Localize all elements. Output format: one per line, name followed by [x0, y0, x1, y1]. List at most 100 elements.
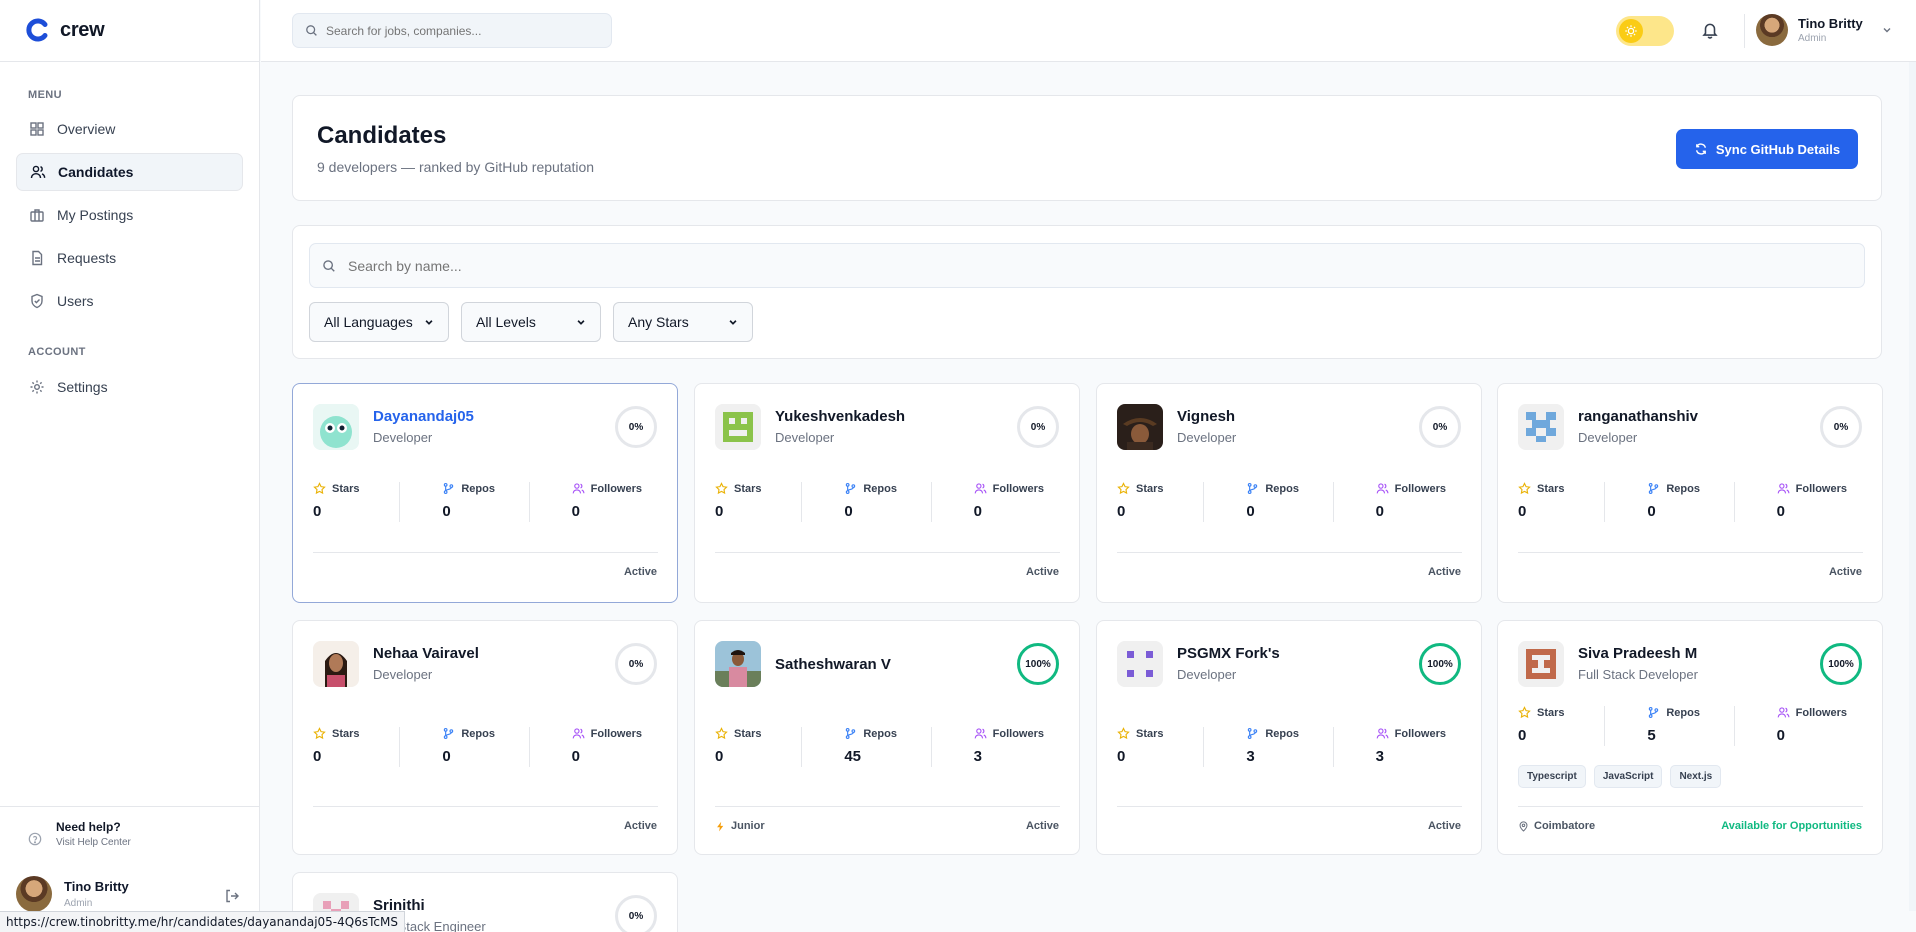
avatar [1756, 14, 1788, 46]
user-menu[interactable]: Tino Britty Admin [1756, 14, 1893, 46]
status-badge: Active [1025, 566, 1059, 578]
divider [0, 61, 260, 62]
theme-toggle[interactable] [1616, 16, 1674, 46]
name-search-input[interactable] [348, 257, 1748, 274]
status-badge: Active [1025, 820, 1059, 832]
sidebar-user-name: Tino Britty [64, 879, 129, 894]
avatar [1117, 641, 1163, 687]
candidate-name[interactable]: ranganathanshiv [1578, 408, 1698, 425]
sidebar-user-role: Admin [64, 898, 93, 909]
stars-select[interactable]: Any Stars [613, 302, 753, 342]
language-select[interactable]: All Languages [309, 302, 449, 342]
users-icon [974, 483, 987, 494]
divider [715, 806, 1060, 807]
sidebar-item-overview[interactable]: Overview [16, 110, 243, 148]
stat-followers: Followers 0 [528, 482, 658, 522]
global-search[interactable] [292, 13, 612, 48]
candidate-name[interactable]: Yukeshvenkadesh [775, 408, 905, 425]
sidebar-item-settings[interactable]: Settings [16, 368, 243, 406]
score-ring: 100% [1017, 643, 1059, 685]
help-center-link[interactable]: Need help? Visit Help Center [28, 820, 131, 848]
bell-icon[interactable] [1701, 21, 1719, 39]
name-search[interactable] [309, 243, 1865, 288]
candidate-card[interactable]: Dayanandaj05 Developer 0% Stars 0 Repos … [292, 383, 678, 603]
stat-repos: Repos 0 [399, 727, 528, 767]
help-circle-icon [28, 832, 42, 846]
sidebar-item-requests[interactable]: Requests [16, 239, 243, 277]
candidate-card[interactable]: Siva Pradeesh M Full Stack Developer 100… [1497, 620, 1883, 855]
candidate-card[interactable]: Nehaa Vairavel Developer 0% Stars 0 Repo… [292, 620, 678, 855]
language-select-value: All Languages [324, 314, 413, 330]
help-subtitle: Visit Help Center [56, 837, 131, 848]
candidate-card[interactable]: Satheshwaran V 100% Stars 0 Repos 45 Fol… [694, 620, 1080, 855]
divider [1518, 552, 1863, 553]
divider [1744, 14, 1745, 48]
divider [1117, 806, 1462, 807]
stat-label: Followers [1394, 482, 1446, 495]
candidate-name[interactable]: Siva Pradeesh M [1578, 645, 1697, 662]
star-icon [715, 482, 728, 495]
users-icon [1777, 707, 1790, 718]
candidate-stats: Stars 0 Repos 0 Followers 0 [715, 482, 1060, 522]
candidate-card[interactable]: Yukeshvenkadesh Developer 0% Stars 0 Rep… [694, 383, 1080, 603]
candidate-name[interactable]: Dayanandaj05 [373, 408, 474, 425]
sidebar-item-candidates[interactable]: Candidates [16, 153, 243, 191]
stat-value: 0 [1246, 503, 1255, 520]
stat-stars: Stars 0 [715, 727, 801, 767]
users-icon [572, 728, 585, 739]
candidate-role: Developer [1177, 430, 1237, 445]
status-badge: Active [1427, 566, 1461, 578]
candidate-stats: Stars 0 Repos 0 Followers 0 [1117, 482, 1462, 522]
link-status-bar: https://crew.tinobritty.me/hr/candidates… [0, 911, 405, 932]
page-subtitle: 9 developers — ranked by GitHub reputati… [317, 159, 595, 175]
candidate-name[interactable]: Nehaa Vairavel [373, 645, 479, 662]
scrollbar[interactable] [1909, 62, 1916, 911]
sidebar: crew MENU Overview Candidates My Posting… [0, 0, 260, 932]
stat-label: Repos [1265, 727, 1299, 740]
stat-value: 0 [442, 748, 451, 765]
stat-label: Stars [734, 727, 762, 740]
avatar [313, 641, 359, 687]
refresh-icon [1695, 143, 1706, 155]
logo[interactable]: crew [26, 18, 105, 42]
skill-tag: Typescript [1518, 765, 1586, 788]
candidate-role: Developer [1177, 667, 1237, 682]
git-branch-icon [1248, 482, 1258, 495]
stat-label: Followers [590, 482, 642, 495]
candidate-card[interactable]: ranganathanshiv Developer 0% Stars 0 Rep… [1497, 383, 1883, 603]
stat-stars: Stars 0 [1117, 727, 1203, 767]
sidebar-item-my-postings[interactable]: My Postings [16, 196, 243, 234]
candidate-card[interactable]: Vignesh Developer 0% Stars 0 Repos 0 Fol… [1096, 383, 1482, 603]
stat-repos: Repos 0 [1203, 482, 1332, 522]
global-search-input[interactable] [326, 23, 596, 38]
sync-github-button[interactable]: Sync GitHub Details [1676, 129, 1858, 169]
avatar[interactable] [16, 876, 52, 912]
candidate-name[interactable]: Vignesh [1177, 408, 1235, 425]
stat-value: 0 [1647, 503, 1656, 520]
map-pin-icon [1519, 820, 1528, 832]
stat-value: 0 [1776, 727, 1785, 744]
candidate-name[interactable]: PSGMX Fork's [1177, 645, 1280, 662]
account-label: ACCOUNT [28, 346, 86, 358]
briefcase-icon [30, 209, 44, 222]
stat-label: Repos [1666, 482, 1700, 495]
star-icon [715, 727, 728, 740]
level-select-value: All Levels [476, 314, 536, 330]
stat-followers: Followers 0 [528, 727, 658, 767]
candidate-name[interactable]: Satheshwaran V [775, 656, 891, 673]
stat-value: 0 [442, 503, 451, 520]
stat-label: Followers [1394, 727, 1446, 740]
level-select[interactable]: All Levels [461, 302, 601, 342]
candidate-stats: Stars 0 Repos 3 Followers 3 [1117, 727, 1462, 767]
candidate-stats: Stars 0 Repos 0 Followers 0 [313, 727, 658, 767]
sidebar-user: Tino Britty Admin [16, 876, 244, 912]
candidate-role: Full Stack Developer [1578, 667, 1698, 682]
search-icon [323, 259, 335, 272]
candidate-card[interactable]: PSGMX Fork's Developer 100% Stars 0 Repo… [1096, 620, 1482, 855]
divider [313, 552, 658, 553]
stars-select-value: Any Stars [628, 314, 689, 330]
level-label: Junior [731, 820, 765, 832]
logout-icon[interactable] [224, 888, 240, 904]
stat-label: Stars [332, 482, 360, 495]
sidebar-item-users[interactable]: Users [16, 282, 243, 320]
